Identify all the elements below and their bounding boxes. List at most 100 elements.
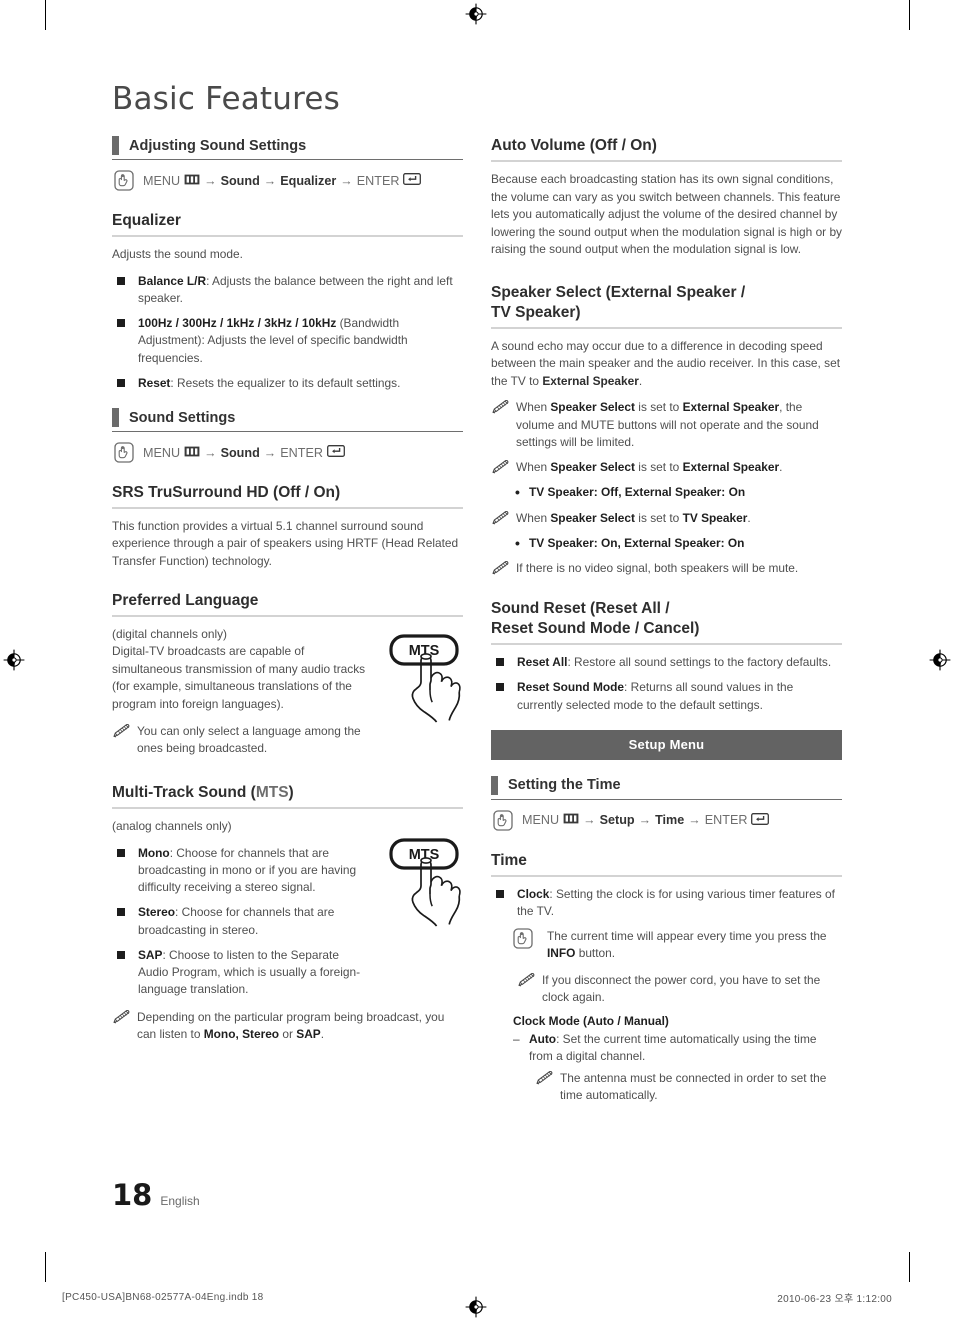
hand-press-icon bbox=[493, 810, 513, 831]
page-title: Basic Features bbox=[112, 81, 341, 117]
arrow-icon: → bbox=[583, 813, 596, 828]
arrow-icon: → bbox=[340, 173, 353, 188]
pencil-note-icon bbox=[517, 973, 536, 987]
menu-step-sound: Sound bbox=[220, 445, 260, 460]
enter-label: ENTER bbox=[704, 813, 748, 828]
heading-speaker-select: Speaker Select (External Speaker / TV Sp… bbox=[491, 283, 842, 329]
equalizer-bullet-list: Balance L/R: Adjusts the balance between… bbox=[112, 273, 463, 393]
section-tick-icon bbox=[112, 408, 119, 428]
section-header-label: Sound Settings bbox=[129, 409, 236, 426]
menu-step-equalizer: Equalizer bbox=[280, 173, 337, 188]
left-column: Adjusting Sound Settings MENU → Sound → … bbox=[112, 136, 463, 1051]
crop-mark-bottom-left bbox=[45, 1252, 46, 1282]
heading-sound-reset: Sound Reset (Reset All / Reset Sound Mod… bbox=[491, 599, 842, 646]
hand-press-icon bbox=[114, 442, 134, 463]
enter-key-icon bbox=[751, 813, 769, 828]
srs-body: This function provides a virtual 5.1 cha… bbox=[112, 518, 459, 569]
section-header-setting-the-time: Setting the Time bbox=[491, 775, 842, 800]
menu-label: MENU bbox=[143, 173, 181, 188]
menu-glyph-icon bbox=[184, 446, 200, 460]
page-language: English bbox=[160, 1194, 200, 1208]
preferred-language-channels-note: (digital channels only) bbox=[112, 626, 228, 641]
bullet-text: : Resets the equalizer to its default se… bbox=[170, 375, 401, 390]
section-tick-icon bbox=[112, 136, 119, 156]
arrow-icon: → bbox=[204, 173, 217, 188]
hand-press-icon bbox=[114, 170, 134, 191]
speaker-select-body-end: . bbox=[638, 373, 643, 388]
menu-step-setup: Setup bbox=[599, 813, 635, 828]
enter-label: ENTER bbox=[356, 173, 400, 188]
page-canvas: Basic Features Adjusting Sound Settings … bbox=[0, 0, 954, 1321]
heading-mts-main: Multi-Track Sound ( bbox=[112, 784, 256, 802]
hand-note-end: button. bbox=[575, 946, 616, 961]
heading-mts-abbrev: MTS bbox=[255, 784, 289, 802]
heading-preferred-language: Preferred Language bbox=[112, 591, 463, 617]
note-speaker-select-no-video: If there is no video signal, both speake… bbox=[491, 560, 842, 577]
bullet-label: Stereo bbox=[138, 905, 176, 920]
section-header-sound-settings: Sound Settings bbox=[112, 408, 463, 433]
note-end: . bbox=[747, 510, 751, 525]
section-header-adjusting-sound-settings: Adjusting Sound Settings bbox=[112, 136, 463, 161]
mts-remote-button-illustration bbox=[385, 632, 475, 732]
bullet-text: : Choose to listen to the Separate Audio… bbox=[138, 947, 361, 997]
equalizer-intro: Adjusts the sound mode. bbox=[112, 246, 243, 261]
menu-step-time: Time bbox=[655, 813, 685, 828]
bullet-label: Mono bbox=[138, 845, 170, 860]
bullet-text: : Restore all sound settings to the fact… bbox=[567, 655, 832, 670]
registration-mark-right bbox=[929, 649, 951, 671]
mts-bullet-list: Mono: Choose for channels that are broad… bbox=[112, 845, 370, 999]
list-item: Clock: Setting the clock is for using va… bbox=[491, 886, 842, 921]
section-tick-icon bbox=[491, 775, 498, 795]
note-b2: TV Speaker bbox=[682, 510, 748, 525]
right-column: Auto Volume (Off / On) Because each broa… bbox=[491, 136, 842, 1112]
menu-step-sound: Sound bbox=[220, 173, 260, 188]
note-mid: is set to bbox=[635, 510, 683, 525]
note-text-mid: or bbox=[279, 1026, 297, 1041]
list-item: Reset: Resets the equalizer to its defau… bbox=[112, 375, 463, 392]
heading-mts-end: ) bbox=[288, 784, 294, 802]
crop-mark-bottom-right bbox=[909, 1252, 910, 1282]
section-header-label: Adjusting Sound Settings bbox=[129, 137, 307, 154]
arrow-icon: → bbox=[263, 173, 277, 188]
note-speaker-select-2: When Speaker Select is set to External S… bbox=[491, 459, 842, 476]
registration-mark-top bbox=[465, 3, 487, 25]
pencil-note-icon bbox=[535, 1071, 554, 1085]
dash-label-auto: Auto bbox=[529, 1032, 557, 1047]
note-speaker-select-1: When Speaker Select is set to External S… bbox=[491, 399, 842, 451]
menu-path-time: MENU → Setup → Time → ENTER bbox=[493, 810, 842, 831]
bullet-label: SAP bbox=[138, 947, 163, 962]
menu-glyph-icon bbox=[184, 174, 200, 188]
note-mid: is set to bbox=[635, 400, 683, 415]
menu-label: MENU bbox=[522, 813, 560, 828]
arrow-icon: → bbox=[688, 813, 701, 828]
note-mid: is set to bbox=[635, 460, 683, 475]
list-item: Reset Sound Mode: Returns all sound valu… bbox=[491, 679, 842, 714]
heading-speaker-select-line1: Speaker Select (External Speaker / bbox=[491, 283, 746, 301]
bullet-label: Reset All bbox=[517, 655, 568, 670]
enter-key-icon bbox=[327, 445, 345, 460]
bullet-label-clock: Clock bbox=[517, 886, 550, 901]
hand-note-bold-info: INFO bbox=[547, 946, 576, 961]
speaker-select-body-bold: External Speaker bbox=[542, 373, 639, 388]
page-number: 18 bbox=[112, 1178, 153, 1212]
menu-path-text: MENU → Sound → ENTER bbox=[143, 445, 345, 460]
note-mts-depends: Depending on the particular program bein… bbox=[112, 1009, 463, 1044]
pencil-note-icon bbox=[491, 460, 510, 474]
note-text: You can only select a language among the… bbox=[137, 723, 361, 755]
hand-press-icon bbox=[513, 928, 533, 949]
heading-equalizer: Equalizer bbox=[112, 211, 463, 237]
note-end: . bbox=[779, 460, 783, 475]
crop-mark-top-right bbox=[909, 0, 910, 30]
enter-label: ENTER bbox=[280, 445, 323, 460]
menu-glyph-icon bbox=[563, 813, 579, 827]
note-b2: External Speaker bbox=[682, 460, 780, 475]
note-b1: Speaker Select bbox=[550, 400, 635, 415]
list-item: Mono: Choose for channels that are broad… bbox=[112, 845, 370, 897]
footer-timestamp: 2010-06-23 오후 1:12:00 bbox=[777, 1294, 892, 1305]
note-b1: Speaker Select bbox=[550, 460, 635, 475]
pencil-note-icon bbox=[112, 1010, 131, 1024]
note-text: If there is no video signal, both speake… bbox=[516, 561, 799, 576]
list-item: 100Hz / 300Hz / 1kHz / 3kHz / 10kHz (Ban… bbox=[112, 315, 463, 367]
hand-note-info-button: The current time will appear every time … bbox=[513, 928, 842, 963]
setup-menu-banner: Setup Menu bbox=[491, 729, 842, 760]
